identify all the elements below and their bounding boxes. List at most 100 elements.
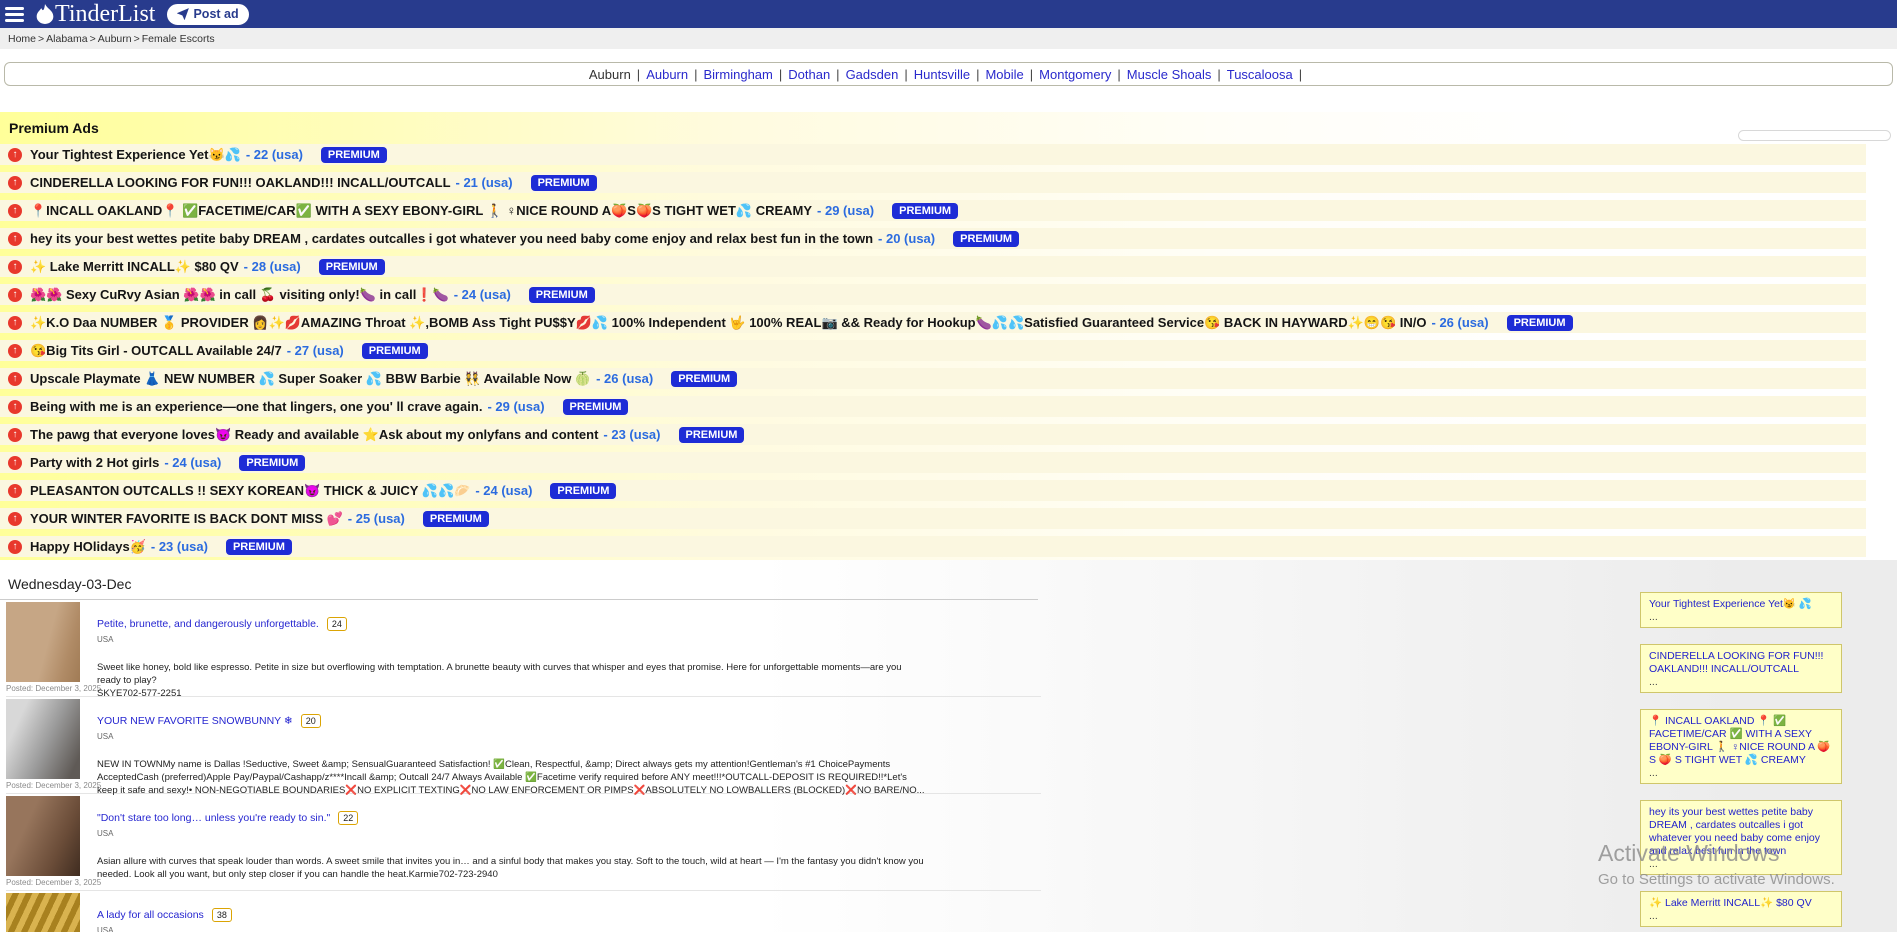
sidebar-ad-link[interactable]: Your Tightest Experience Yet😼 💦 [1649, 598, 1833, 611]
date-header: Wednesday-03-Dec [0, 574, 1038, 600]
premium-badge[interactable]: PREMIUM [226, 539, 292, 555]
premium-badge[interactable]: PREMIUM [550, 483, 616, 499]
bump-up-icon[interactable]: ↑ [8, 484, 22, 498]
city-link-tuscaloosa[interactable]: Tuscaloosa [1227, 67, 1293, 82]
bump-up-icon[interactable]: ↑ [8, 344, 22, 358]
premium-ad-title[interactable]: Upscale Playmate 👗 NEW NUMBER 💦 Super So… [30, 371, 591, 387]
premium-ad-row: ↑ Being with me is an experience—one that… [0, 396, 1866, 417]
city-link-montgomery[interactable]: Montgomery [1039, 67, 1111, 82]
premium-badge[interactable]: PREMIUM [892, 203, 958, 219]
bump-up-icon[interactable]: ↑ [8, 204, 22, 218]
listing-photo[interactable] [6, 796, 80, 876]
listing-item: Posted: December 3, 2025 Petite, brunett… [6, 602, 1041, 697]
premium-ad-title[interactable]: PLEASANTON OUTCALLS !! SEXY KOREAN😈 THIC… [30, 483, 470, 499]
premium-ad-row: ↑ 📍INCALL OAKLAND📍 ✅FACETIME/CAR✅ WITH A … [0, 200, 1866, 221]
city-separator: | [976, 67, 979, 82]
bump-up-icon[interactable]: ↑ [8, 260, 22, 274]
listing-photo[interactable] [6, 893, 80, 932]
premium-ad-meta: - 26 (usa) [1432, 315, 1489, 330]
city-link-muscle-shoals[interactable]: Muscle Shoals [1127, 67, 1212, 82]
bump-up-icon[interactable]: ↑ [8, 456, 22, 470]
premium-badge[interactable]: PREMIUM [1507, 315, 1573, 331]
breadcrumb-city[interactable]: Auburn [98, 33, 132, 45]
premium-ad-title[interactable]: 📍INCALL OAKLAND📍 ✅FACETIME/CAR✅ WITH A S… [30, 203, 812, 219]
premium-badge[interactable]: PREMIUM [531, 175, 597, 191]
sidebar-ad-link[interactable]: 📍 INCALL OAKLAND 📍 ✅ FACETIME/CAR ✅ WITH… [1649, 715, 1833, 767]
premium-ad-title[interactable]: Party with 2 Hot girls [30, 455, 159, 470]
listing-title-link[interactable]: YOUR NEW FAVORITE SNOWBUNNY ❄ [97, 715, 293, 727]
premium-ad-row: ↑ The pawg that everyone loves😈 Ready and… [0, 424, 1866, 445]
sidebar-ad-link[interactable]: ✨ Lake Merritt INCALL✨ $80 QV [1649, 897, 1833, 910]
premium-badge[interactable]: PREMIUM [321, 147, 387, 163]
premium-ad-title[interactable]: ✨ Lake Merritt INCALL✨ $80 QV [30, 259, 239, 275]
posted-date: Posted: December 3, 2025 [6, 684, 101, 693]
age-badge: 20 [301, 714, 321, 728]
bump-up-icon[interactable]: ↑ [8, 316, 22, 330]
post-ad-button[interactable]: Post ad [167, 4, 248, 25]
premium-ad-meta: - 25 (usa) [348, 511, 405, 526]
city-link-huntsville[interactable]: Huntsville [914, 67, 970, 82]
bump-up-icon[interactable]: ↑ [8, 288, 22, 302]
premium-ad-meta: - 29 (usa) [817, 203, 874, 218]
premium-badge[interactable]: PREMIUM [362, 343, 428, 359]
premium-ad-meta: - 29 (usa) [487, 399, 544, 414]
premium-ad-row: ↑Your Tightest Experience Yet😼💦- 22 (usa… [0, 144, 1866, 165]
premium-badge[interactable]: PREMIUM [319, 259, 385, 275]
hamburger-menu-icon[interactable] [3, 3, 29, 25]
premium-ad-title[interactable]: Happy HOlidays🥳 [30, 539, 146, 555]
brand-logo[interactable]: TinderList [36, 2, 155, 26]
premium-ad-row: ↑Happy HOlidays🥳- 23 (usa)PREMIUM [0, 536, 1866, 557]
premium-badge[interactable]: PREMIUM [953, 231, 1019, 247]
bump-up-icon[interactable]: ↑ [8, 372, 22, 386]
premium-ad-meta: - 27 (usa) [287, 343, 344, 358]
age-badge: 22 [338, 811, 358, 825]
premium-ad-row: ↑ ✨K.O Daa NUMBER 🥇 PROVIDER 👩✨💋AMAZING T… [0, 312, 1866, 333]
bump-up-icon[interactable]: ↑ [8, 512, 22, 526]
premium-ad-title[interactable]: 🌺🌺 Sexy CuRvy Asian 🌺🌺 in call 🍒 visitin… [30, 287, 449, 303]
breadcrumb-category[interactable]: Female Escorts [142, 33, 215, 45]
listing-photo[interactable] [6, 699, 80, 779]
premium-ad-title[interactable]: Being with me is an experience—one that … [30, 399, 482, 414]
city-link-dothan[interactable]: Dothan [788, 67, 830, 82]
premium-ad-row: ↑ YOUR WINTER FAVORITE IS BACK DONT MISS … [0, 508, 1866, 529]
bump-up-icon[interactable]: ↑ [8, 428, 22, 442]
premium-ad-title[interactable]: YOUR WINTER FAVORITE IS BACK DONT MISS 💕 [30, 511, 343, 527]
paper-plane-icon [177, 8, 189, 20]
activate-windows-watermark-sub: Go to Settings to activate Windows. [1598, 871, 1835, 888]
premium-ad-title[interactable]: 😘Big Tits Girl - OUTCALL Available 24/7 [30, 343, 282, 359]
premium-badge[interactable]: PREMIUM [239, 455, 305, 471]
bump-up-icon[interactable]: ↑ [8, 232, 22, 246]
listing-title-link[interactable]: "Don't stare too long… unless you're rea… [97, 812, 330, 824]
premium-badge[interactable]: PREMIUM [563, 399, 629, 415]
city-separator: | [1030, 67, 1033, 82]
premium-badge[interactable]: PREMIUM [679, 427, 745, 443]
city-link-birmingham[interactable]: Birmingham [704, 67, 773, 82]
city-link-auburn[interactable]: Auburn [646, 67, 688, 82]
premium-ad-title[interactable]: CINDERELLA LOOKING FOR FUN!!! OAKLAND!!!… [30, 175, 451, 190]
city-link-gadsden[interactable]: Gadsden [846, 67, 899, 82]
listing-title-link[interactable]: A lady for all occasions [97, 909, 204, 921]
premium-ad-title[interactable]: Your Tightest Experience Yet😼💦 [30, 147, 241, 163]
premium-ad-meta: - 20 (usa) [878, 231, 935, 246]
listing-photo[interactable] [6, 602, 80, 682]
breadcrumb-state[interactable]: Alabama [46, 33, 87, 45]
premium-badge[interactable]: PREMIUM [529, 287, 595, 303]
breadcrumb-separator: > [90, 33, 96, 45]
premium-badge[interactable]: PREMIUM [671, 371, 737, 387]
listing-title-link[interactable]: Petite, brunette, and dangerously unforg… [97, 618, 319, 630]
bump-up-icon[interactable]: ↑ [8, 400, 22, 414]
premium-ad-title[interactable]: ✨K.O Daa NUMBER 🥇 PROVIDER 👩✨💋AMAZING Th… [30, 315, 1427, 331]
bump-up-icon[interactable]: ↑ [8, 148, 22, 162]
city-link-mobile[interactable]: Mobile [985, 67, 1023, 82]
premium-ad-row: ↑ 🌺🌺 Sexy CuRvy Asian 🌺🌺 in call 🍒 visiti… [0, 284, 1866, 305]
breadcrumb-home[interactable]: Home [8, 33, 36, 45]
premium-badge[interactable]: PREMIUM [423, 511, 489, 527]
premium-ad-title[interactable]: hey its your best wettes petite baby DRE… [30, 231, 873, 246]
listing-item: Posted: December 3, 2025 "Don't stare to… [6, 796, 1041, 891]
bump-up-icon[interactable]: ↑ [8, 176, 22, 190]
sidebar-ad-link[interactable]: CINDERELLA LOOKING FOR FUN!!! OAKLAND!!!… [1649, 650, 1833, 676]
age-badge: 38 [212, 908, 232, 922]
premium-ad-title[interactable]: The pawg that everyone loves😈 Ready and … [30, 427, 598, 443]
bump-up-icon[interactable]: ↑ [8, 540, 22, 554]
brand-name: TinderList [55, 2, 155, 26]
